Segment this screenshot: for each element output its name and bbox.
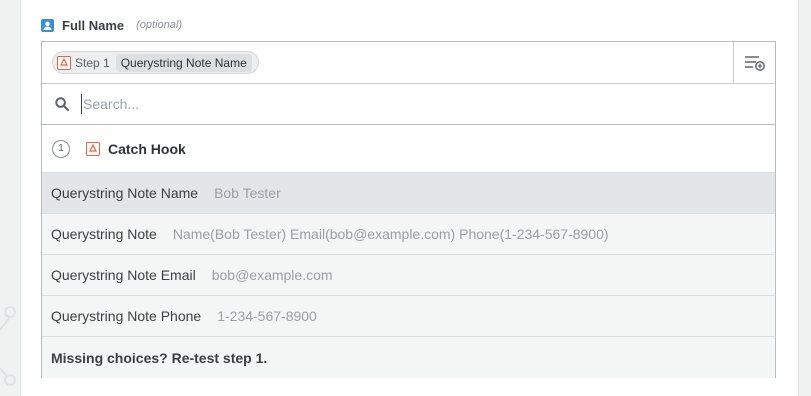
option-value: bob@example.com <box>211 267 333 283</box>
retest-text: Missing choices? Re-test step 1. <box>51 349 268 366</box>
option-value: Name(Bob Tester) Email(bob@example.com) … <box>172 226 609 242</box>
person-icon <box>41 18 54 32</box>
retest-step-link[interactable]: Missing choices? Re-test step 1. <box>42 337 775 378</box>
optional-tag: (optional) <box>136 19 182 31</box>
mapped-field-chip[interactable]: Step 1 Querystring Note Name <box>52 51 259 74</box>
option-name: Querystring Note Name <box>51 185 199 201</box>
field-options-list: Querystring Note Name Bob Tester Queryst… <box>42 173 775 378</box>
field-option[interactable]: Querystring Note Name(Bob Tester) Email(… <box>42 214 775 255</box>
field-option[interactable]: Querystring Note Phone 1-234-567-8900 <box>42 296 775 337</box>
list-add-icon <box>744 55 765 71</box>
option-name: Querystring Note Email <box>51 267 196 283</box>
background-connector-decoration <box>0 306 16 386</box>
form-panel: Full Name (optional) Step 1 Querystring … <box>20 0 799 396</box>
step-number-badge: 1 <box>52 139 70 158</box>
field-option[interactable]: Querystring Note Name Bob Tester <box>42 173 775 214</box>
chip-step-label: Step 1 <box>75 55 110 70</box>
search-icon <box>55 97 69 111</box>
webhook-zap-icon <box>57 55 71 70</box>
webhook-zap-icon <box>86 141 100 156</box>
field-option[interactable]: Querystring Note Email bob@example.com <box>42 255 775 296</box>
search-row <box>42 84 775 125</box>
option-name: Querystring Note Phone <box>51 308 202 324</box>
field-selector: Step 1 Querystring Note Name 1 <box>41 41 776 378</box>
mapped-value-area[interactable]: Step 1 Querystring Note Name <box>42 42 735 84</box>
chip-field-label: Querystring Note Name <box>115 53 252 72</box>
step-title: Catch Hook <box>108 140 186 157</box>
insert-field-button[interactable] <box>733 42 775 84</box>
option-name: Querystring Note <box>51 226 157 242</box>
step-group-header: 1 Catch Hook <box>42 125 775 173</box>
option-value: Bob Tester <box>214 185 281 201</box>
search-input[interactable] <box>81 94 685 114</box>
field-label: Full Name (optional) <box>41 15 182 35</box>
field-label-text: Full Name <box>62 17 125 33</box>
option-value: 1-234-567-8900 <box>217 308 317 324</box>
